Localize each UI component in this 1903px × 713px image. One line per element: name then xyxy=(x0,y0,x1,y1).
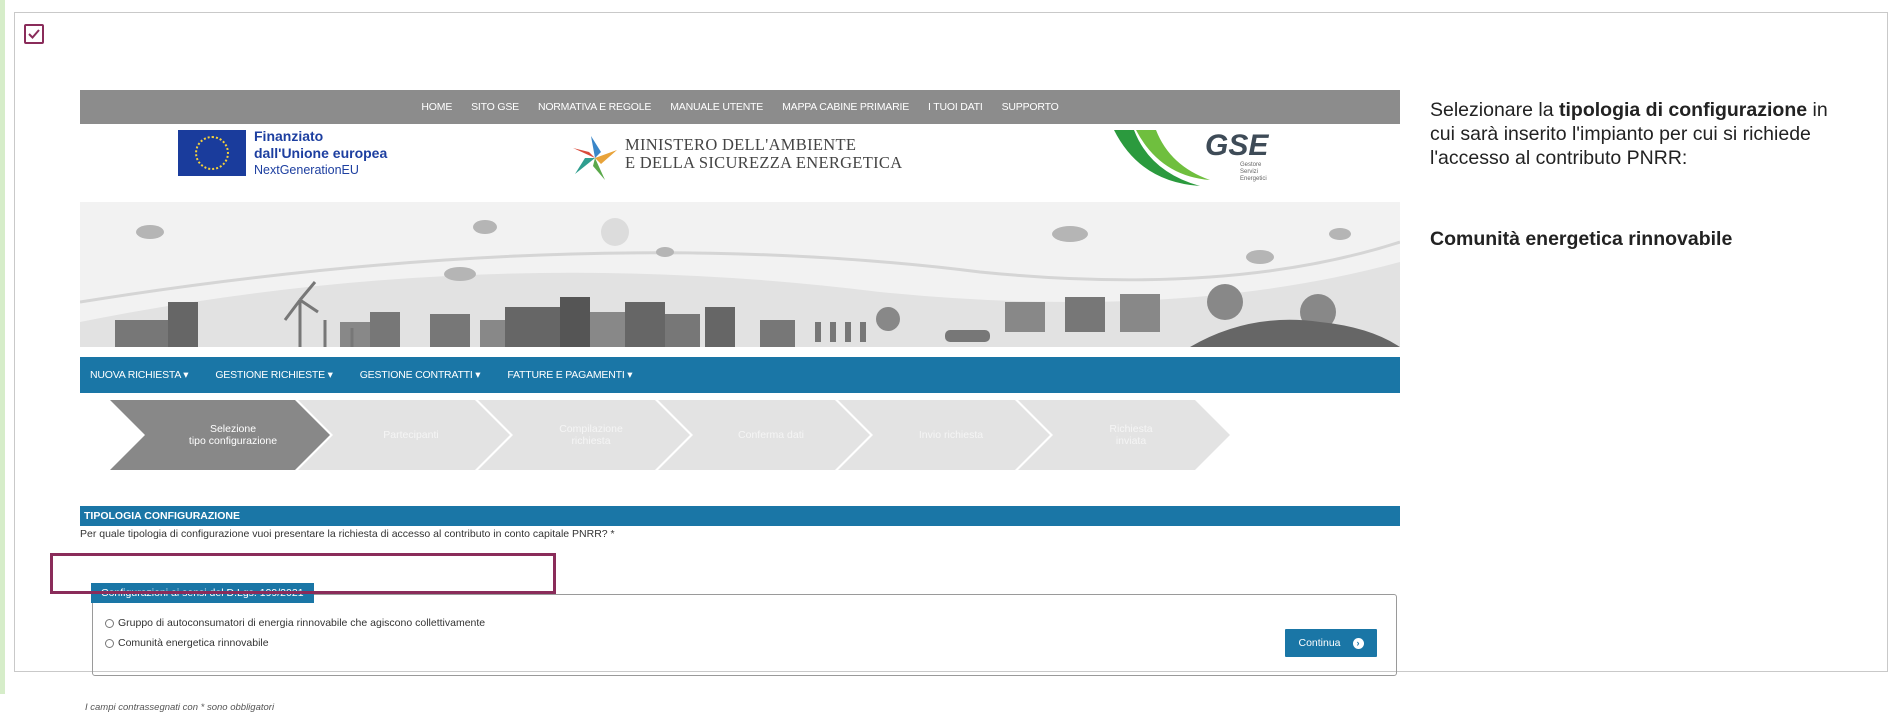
radio-button[interactable] xyxy=(105,638,114,648)
ministry-name: MINISTERO DELL'AMBIENTE E DELLA SICUREZZ… xyxy=(625,135,903,172)
checkbox-icon[interactable] xyxy=(24,24,44,44)
section-title: TIPOLOGIA CONFIGURAZIONE xyxy=(80,506,1400,526)
topnav-dati[interactable]: I TUOI DATI xyxy=(928,101,983,113)
top-navigation: HOME SITO GSE NORMATIVA E REGOLE MANUALE… xyxy=(80,90,1400,124)
topnav-home[interactable]: HOME xyxy=(421,101,452,113)
topnav-normativa[interactable]: NORMATIVA E REGOLE xyxy=(538,101,651,113)
topnav-sito-gse[interactable]: SITO GSE xyxy=(471,101,519,113)
topnav-mappa[interactable]: MAPPA CABINE PRIMARIE xyxy=(782,101,909,113)
instruction-selected-option: Comunità energetica rinnovabile xyxy=(1430,228,1733,250)
step-1-label: Selezione tipo configurazione xyxy=(188,423,278,447)
configuration-fieldset: Configurazioni ai sensi del D.Lgs. 199/2… xyxy=(91,583,1397,676)
main-navigation: NUOVA RICHIESTA ▾ GESTIONE RICHIESTE ▾ G… xyxy=(80,357,1400,393)
step-6-label: Richiesta inviata xyxy=(1109,423,1153,447)
radio-button[interactable] xyxy=(105,618,114,628)
gse-logo-subtext: Gestore Servizi Energetici xyxy=(1240,162,1267,182)
continue-label: Continua xyxy=(1298,637,1341,649)
nav-gestione-contratti[interactable]: GESTIONE CONTRATTI ▾ xyxy=(360,369,481,381)
step-2-label: Partecipanti xyxy=(383,429,439,441)
gse-logo-text: GSE xyxy=(1205,129,1269,162)
nav-nuova-richiesta[interactable]: NUOVA RICHIESTA ▾ xyxy=(90,369,189,381)
eu-flag-icon xyxy=(178,130,246,176)
question-text: Per quale tipologia di configurazione vu… xyxy=(80,528,615,540)
step-5-label: Invio richiesta xyxy=(918,429,984,441)
topnav-supporto[interactable]: SUPPORTO xyxy=(1002,101,1059,113)
topnav-manuale[interactable]: MANUALE UTENTE xyxy=(670,101,763,113)
instruction-text: Selezionare la tipologia di configurazio… xyxy=(1430,99,1828,169)
option-label: Comunità energetica rinnovabile xyxy=(118,637,269,649)
step-4-label: Conferma dati xyxy=(738,429,804,441)
highlight-box xyxy=(50,553,556,594)
header-illustration xyxy=(80,202,1400,347)
ministry-star-icon xyxy=(573,136,617,180)
option-label: Gruppo di autoconsumatori di energia rin… xyxy=(118,617,486,629)
step-3-label: Compilazione richiesta xyxy=(559,423,623,447)
nav-fatture-pagamenti[interactable]: FATTURE E PAGAMENTI ▾ xyxy=(507,369,632,381)
continue-button[interactable]: Continua › xyxy=(1285,629,1377,657)
arrow-right-icon: › xyxy=(1352,637,1364,649)
progress-steps: Selezione tipo configurazione Partecipan… xyxy=(80,400,1400,470)
required-fields-note: I campi contrassegnati con * sono obblig… xyxy=(85,702,275,713)
header-logos: Finanziato dall'Unione europea NextGener… xyxy=(80,124,1400,199)
left-accent-strip xyxy=(0,0,5,694)
eu-logo-text: Finanziato dall'Unione europea NextGener… xyxy=(254,128,388,177)
option-gruppo-autoconsumatori[interactable]: Gruppo di autoconsumatori di energia rin… xyxy=(105,617,485,629)
option-comunita-energetica[interactable]: Comunità energetica rinnovabile xyxy=(105,637,269,649)
nav-gestione-richieste[interactable]: GESTIONE RICHIESTE ▾ xyxy=(215,369,333,381)
